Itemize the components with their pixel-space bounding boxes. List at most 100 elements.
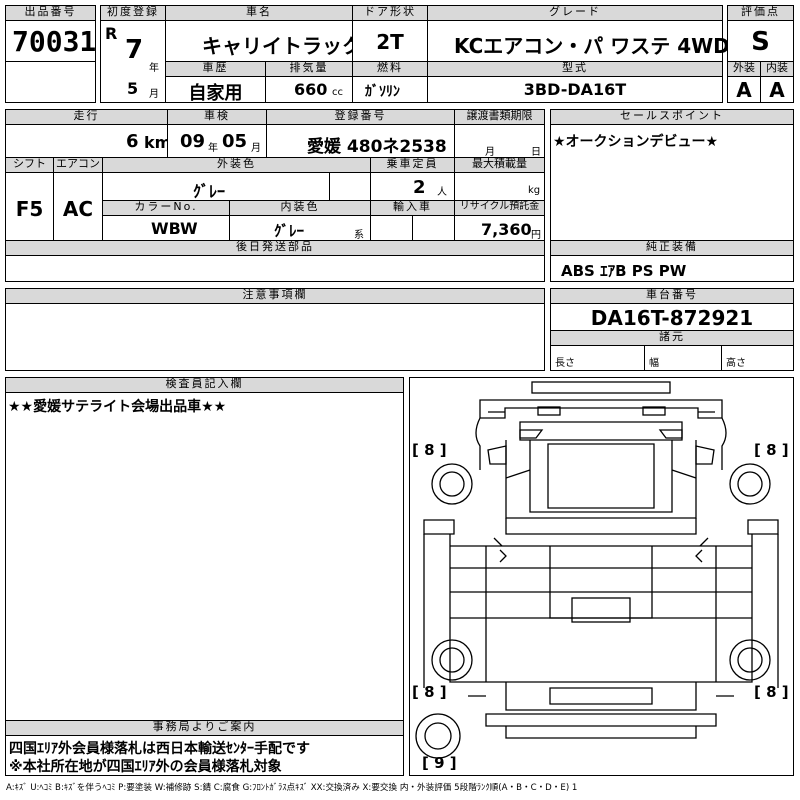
displacement-value: 660 xyxy=(294,80,328,99)
int-color-value: ｸﾞﾚｰ xyxy=(274,222,305,240)
inspector-text: ★★愛媛サテライト会場出品車★★ xyxy=(8,399,227,415)
capacity-value: 2 xyxy=(413,177,426,198)
max-load-unit: kg xyxy=(528,185,541,196)
genuine-value: ABS ｴｱB PS PW xyxy=(561,262,687,280)
model-cell: 3BD-DA16T xyxy=(427,76,723,103)
grade-header: グレード xyxy=(427,5,723,21)
color-no-header: カラーNo. xyxy=(102,200,230,216)
lot-blank xyxy=(5,61,96,103)
car-name: キャリイトラック xyxy=(202,34,362,58)
inspector-header: 検査員記入欄 xyxy=(5,377,404,393)
lot-header: 出品番号 xyxy=(5,5,96,21)
aircon-value: AC xyxy=(62,197,94,221)
shift-value: F5 xyxy=(15,197,44,221)
displacement-header: 排気量 xyxy=(265,61,353,77)
notes-header: 注意事項欄 xyxy=(5,288,545,304)
specs-width-label: 幅 xyxy=(649,358,659,369)
color-no-value: WBW xyxy=(151,219,198,238)
truck-outline-diagram xyxy=(415,381,779,759)
fuel-value: ｶﾞｿﾘﾝ xyxy=(365,84,400,100)
grade-value: KCエアコン・パ ワステ 4WD xyxy=(454,34,730,58)
lot-number: 70031 xyxy=(12,25,97,58)
inspection-cell: 09 年 05 月 xyxy=(167,124,267,158)
era: R xyxy=(105,24,118,43)
inspection-year: 09 xyxy=(180,131,206,152)
specs-length-cell: 長さ xyxy=(550,345,645,371)
mileage-value: 6 xyxy=(126,131,139,152)
specs-header: 諸元 xyxy=(550,330,794,346)
plate-value: 愛媛 480ネ2538 xyxy=(307,137,447,157)
sales-point-text: ★オークションデビュー★ xyxy=(553,134,719,150)
doors-header: ドア形状 xyxy=(352,5,428,21)
model-value: 3BD-DA16T xyxy=(523,80,627,99)
lot-number-cell: 70031 xyxy=(5,20,96,62)
score-cell: S xyxy=(727,20,794,62)
score-value: S xyxy=(751,27,770,57)
fuel-header: 燃料 xyxy=(352,61,428,77)
inspection-header: 車検 xyxy=(167,109,267,125)
int-color-suffix: 系 xyxy=(354,230,364,241)
import-header: 輸入車 xyxy=(370,200,455,216)
max-load-header: 最大積載量 xyxy=(454,157,545,173)
recycle-value: 7,360 xyxy=(481,220,532,239)
history-header: 車歴 xyxy=(165,61,266,77)
interior-cell: A xyxy=(760,76,794,103)
inspection-month-unit: 月 xyxy=(251,143,261,154)
damage-legend: A:ｷｽﾞ U:ﾍｺﾐ B:ｷｽﾞを伴うﾍｺﾐ P:要塗装 W:補修跡 S:錆 … xyxy=(6,783,578,793)
ext-color-value: ｸﾞﾚｰ xyxy=(193,182,226,201)
transfer-month-unit: 月 xyxy=(485,147,495,158)
first-reg-cell: R 7 年 5 月 xyxy=(100,20,166,103)
ext-color-cell: ｸﾞﾚｰ xyxy=(102,172,330,201)
office-header: 事務局よりご案内 xyxy=(5,720,404,736)
aircon-header: エアコン xyxy=(53,157,103,173)
transfer-cell: 月 日 xyxy=(454,124,545,158)
recycle-cell: 7,360 円 xyxy=(454,215,545,241)
car-name-header: 車名 xyxy=(165,5,353,21)
office-line2: ※本社所在地が四国ｴﾘｱ外の会員様落札対象 xyxy=(9,759,282,775)
score-header: 評価点 xyxy=(727,5,794,21)
genuine-header: 純正装備 xyxy=(550,240,794,256)
chassis-value: DA16T-872921 xyxy=(590,306,754,330)
interior-header: 内装 xyxy=(760,61,794,77)
capacity-unit: 人 xyxy=(437,187,447,198)
interior-value: A xyxy=(769,78,785,102)
displacement-cell: 660 cc xyxy=(265,76,353,103)
shift-header: シフト xyxy=(5,157,54,173)
specs-height-label: 高さ xyxy=(726,358,746,369)
capacity-cell: 2 人 xyxy=(370,172,455,201)
notes-cell xyxy=(5,303,545,371)
model-header: 型式 xyxy=(427,61,723,77)
sales-point-cell: ★オークションデビュー★ xyxy=(550,124,794,256)
ext-color-extra xyxy=(329,172,371,201)
office-cell: 四国ｴﾘｱ外会員様落札は西日本輸送ｾﾝﾀｰ手配です ※本社所在地が四国ｴﾘｱ外の… xyxy=(5,735,404,776)
later-parts-header: 後日発送部品 xyxy=(5,240,545,256)
fuel-cell: ｶﾞｿﾘﾝ xyxy=(352,76,428,103)
int-color-header: 内装色 xyxy=(229,200,371,216)
later-parts-cell xyxy=(5,255,545,282)
first-reg-year: 7 xyxy=(125,35,144,65)
inspector-cell: ★★愛媛サテライト会場出品車★★ xyxy=(5,392,404,721)
genuine-cell: ABS ｴｱB PS PW xyxy=(550,255,794,282)
import-cell-b xyxy=(412,215,455,241)
sales-point-header: セールスポイント xyxy=(550,109,794,125)
capacity-header: 乗車定員 xyxy=(370,157,455,173)
inspection-year-unit: 年 xyxy=(208,143,218,154)
exterior-cell: A xyxy=(727,76,761,103)
doors-value: 2T xyxy=(376,30,404,54)
tire-mark-spare: [ 9 ] xyxy=(422,754,457,772)
office-line1: 四国ｴﾘｱ外会員様落札は西日本輸送ｾﾝﾀｰ手配です xyxy=(9,741,310,757)
history-value: 自家用 xyxy=(188,83,243,104)
mileage-header: 走行 xyxy=(5,109,168,125)
history-cell: 自家用 xyxy=(165,76,266,104)
first-reg-header: 初度登録 xyxy=(100,5,166,21)
recycle-header: リサイクル預託金 xyxy=(454,200,545,216)
int-color-cell: ｸﾞﾚｰ 系 xyxy=(229,215,371,241)
aircon-cell: AC xyxy=(53,172,103,241)
month-unit: 月 xyxy=(149,89,159,100)
doors-cell: 2T xyxy=(352,20,428,62)
ext-color-header: 外装色 xyxy=(102,157,371,173)
transfer-day-unit: 日 xyxy=(531,147,541,158)
color-no-cell: WBW xyxy=(102,215,230,241)
import-cell-a xyxy=(370,215,413,241)
tire-mark-front-right: [ 8 ] xyxy=(754,441,789,459)
